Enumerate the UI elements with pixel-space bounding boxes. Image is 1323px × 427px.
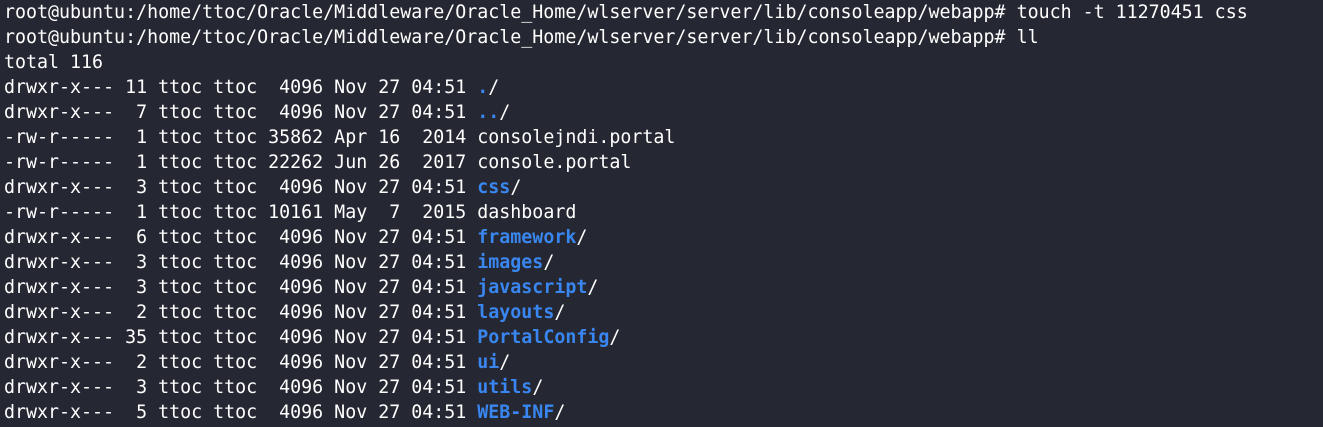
entry-meta: -rw-r----- 1 ttoc ttoc 35862 Apr 16 2014 (4, 127, 478, 148)
entry-name: . (477, 77, 489, 98)
entry-name: console.portal (477, 152, 632, 173)
entry-name: utils (477, 377, 533, 398)
entry-meta: drwxr-x--- 2 ttoc ttoc 4096 Nov 27 04:51 (4, 302, 478, 323)
entry-meta: drwxr-x--- 2 ttoc ttoc 4096 Nov 27 04:51 (4, 352, 478, 373)
entry-meta: drwxr-x--- 5 ttoc ttoc 4096 Nov 27 04:51 (4, 402, 478, 423)
listing-row: drwxr-x--- 6 ttoc ttoc 4096 Nov 27 04:51… (4, 225, 1323, 250)
terminal-window[interactable]: root@ubuntu:/home/ttoc/Oracle/Middleware… (0, 0, 1323, 427)
listing-row: -rw-r----- 1 ttoc ttoc 35862 Apr 16 2014… (4, 125, 1323, 150)
entry-meta: drwxr-x--- 3 ttoc ttoc 4096 Nov 27 04:51 (4, 252, 478, 273)
entry-suffix: / (499, 352, 511, 373)
entry-meta: -rw-r----- 1 ttoc ttoc 10161 May 7 2015 (4, 202, 478, 223)
entry-name: images (477, 252, 544, 273)
entry-suffix: / (587, 277, 599, 298)
entry-suffix: / (543, 252, 555, 273)
entry-meta: -rw-r----- 1 ttoc ttoc 22262 Jun 26 2017 (4, 152, 478, 173)
entry-meta: drwxr-x--- 3 ttoc ttoc 4096 Nov 27 04:51 (4, 277, 478, 298)
entry-meta: drwxr-x--- 3 ttoc ttoc 4096 Nov 27 04:51 (4, 177, 478, 198)
entry-suffix: / (609, 327, 621, 348)
listing-row: drwxr-x--- 3 ttoc ttoc 4096 Nov 27 04:51… (4, 375, 1323, 400)
entry-name: framework (477, 227, 577, 248)
entry-name: layouts (477, 302, 555, 323)
entry-meta: drwxr-x--- 6 ttoc ttoc 4096 Nov 27 04:51 (4, 227, 478, 248)
entry-name: .. (477, 102, 500, 123)
entry-suffix: / (554, 402, 566, 423)
entry-name: WEB-INF (477, 402, 555, 423)
command-line-touch: root@ubuntu:/home/ttoc/Oracle/Middleware… (4, 2, 1248, 23)
listing-row: drwxr-x--- 35 ttoc ttoc 4096 Nov 27 04:5… (4, 325, 1323, 350)
entry-name: consolejndi.portal (477, 127, 676, 148)
entry-meta: drwxr-x--- 7 ttoc ttoc 4096 Nov 27 04:51 (4, 102, 478, 123)
entry-name: ui (477, 352, 500, 373)
entry-suffix: / (554, 302, 566, 323)
listing-row: drwxr-x--- 5 ttoc ttoc 4096 Nov 27 04:51… (4, 400, 1323, 425)
command-line-ll: root@ubuntu:/home/ttoc/Oracle/Middleware… (4, 27, 1039, 48)
entry-name: css (477, 177, 511, 198)
entry-suffix: / (488, 77, 500, 98)
listing-row: -rw-r----- 1 ttoc ttoc 10161 May 7 2015 … (4, 200, 1323, 225)
listing-row: drwxr-x--- 3 ttoc ttoc 4096 Nov 27 04:51… (4, 275, 1323, 300)
listing-row: drwxr-x--- 2 ttoc ttoc 4096 Nov 27 04:51… (4, 350, 1323, 375)
entry-suffix: / (510, 177, 522, 198)
entry-meta: drwxr-x--- 35 ttoc ttoc 4096 Nov 27 04:5… (4, 327, 478, 348)
listing-row: drwxr-x--- 2 ttoc ttoc 4096 Nov 27 04:51… (4, 300, 1323, 325)
listing-row: drwxr-x--- 3 ttoc ttoc 4096 Nov 27 04:51… (4, 175, 1323, 200)
listing-row: drwxr-x--- 3 ttoc ttoc 4096 Nov 27 04:51… (4, 250, 1323, 275)
listing-row: drwxr-x--- 7 ttoc ttoc 4096 Nov 27 04:51… (4, 100, 1323, 125)
entry-suffix: / (499, 102, 511, 123)
entry-suffix: / (532, 377, 544, 398)
directory-listing: drwxr-x--- 11 ttoc ttoc 4096 Nov 27 04:5… (4, 75, 1323, 425)
total-line: total 116 (4, 52, 104, 73)
listing-row: drwxr-x--- 11 ttoc ttoc 4096 Nov 27 04:5… (4, 75, 1323, 100)
entry-meta: drwxr-x--- 11 ttoc ttoc 4096 Nov 27 04:5… (4, 77, 478, 98)
entry-name: javascript (477, 277, 588, 298)
listing-row: -rw-r----- 1 ttoc ttoc 22262 Jun 26 2017… (4, 150, 1323, 175)
entry-name: dashboard (477, 202, 577, 223)
entry-name: PortalConfig (477, 327, 610, 348)
entry-suffix: / (576, 227, 588, 248)
entry-meta: drwxr-x--- 3 ttoc ttoc 4096 Nov 27 04:51 (4, 377, 478, 398)
